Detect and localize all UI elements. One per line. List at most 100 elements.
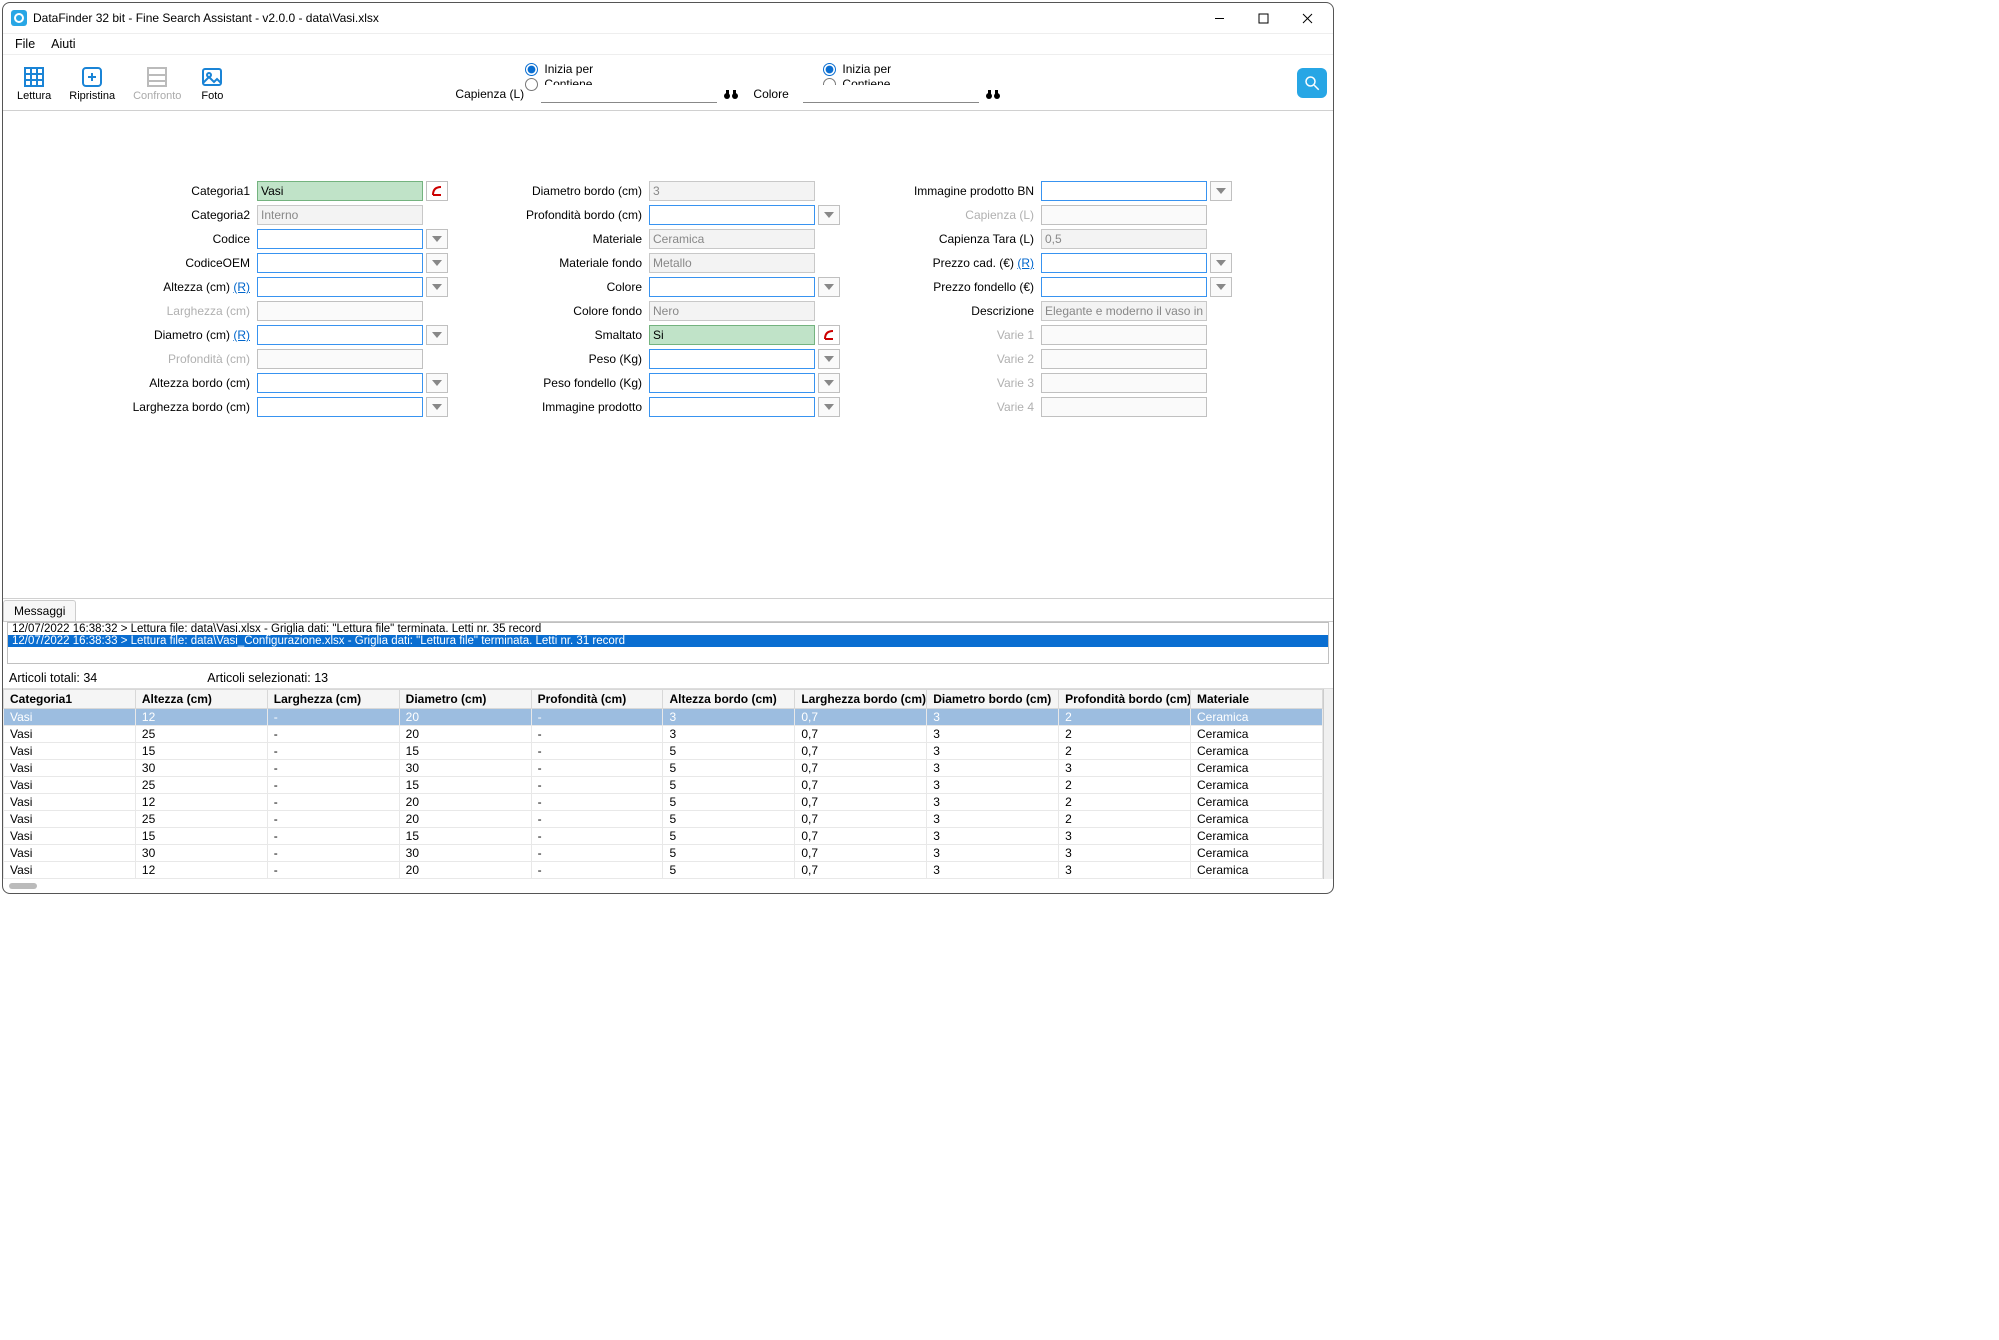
dropdown-button[interactable] — [1210, 181, 1232, 201]
dropdown-button[interactable] — [818, 277, 840, 297]
label-larghezzabordo: Larghezza bordo (cm) — [104, 400, 254, 414]
toolbar-photo[interactable]: Foto — [191, 62, 233, 104]
input-colore[interactable] — [649, 277, 815, 297]
column-header[interactable]: Categoria1 — [4, 690, 136, 709]
restore-icon — [79, 64, 105, 90]
range-link[interactable]: (R) — [1017, 256, 1034, 270]
input-altezza[interactable] — [257, 277, 423, 297]
message-line[interactable]: 12/07/2022 16:38:32 > Lettura file: data… — [8, 623, 1328, 635]
input-codiceoem[interactable] — [257, 253, 423, 273]
range-link[interactable]: (R) — [233, 280, 250, 294]
input-materialefondo — [649, 253, 815, 273]
dropdown-button[interactable] — [1210, 253, 1232, 273]
horizontal-scrollbar[interactable] — [3, 879, 1333, 893]
messages-box[interactable]: 12/07/2022 16:38:32 > Lettura file: data… — [7, 622, 1329, 664]
input-prezzofond[interactable] — [1041, 277, 1207, 297]
table-cell: 3 — [927, 794, 1059, 811]
binoculars-icon[interactable] — [985, 86, 1001, 102]
column-header[interactable]: Profondità bordo (cm) — [1059, 690, 1191, 709]
input-categoria1[interactable] — [257, 181, 423, 201]
table-row[interactable]: Vasi25-15-50,732Ceramica — [4, 777, 1323, 794]
dropdown-button[interactable] — [426, 277, 448, 297]
radio-cap-startswith[interactable]: Inizia per — [525, 62, 739, 76]
close-button[interactable] — [1285, 4, 1329, 32]
input-profbordo[interactable] — [649, 205, 815, 225]
table-row[interactable]: Vasi15-15-50,733Ceramica — [4, 828, 1323, 845]
input-imgprod[interactable] — [649, 397, 815, 417]
dropdown-button[interactable] — [818, 205, 840, 225]
table-row[interactable]: Vasi15-15-50,732Ceramica — [4, 743, 1323, 760]
table-row[interactable]: Vasi30-30-50,733Ceramica — [4, 845, 1323, 862]
table-row[interactable]: Vasi12-20-30,732Ceramica — [4, 709, 1323, 726]
binoculars-icon[interactable] — [723, 86, 739, 102]
dropdown-button[interactable] — [426, 373, 448, 393]
table-row[interactable]: Vasi12-20-50,733Ceramica — [4, 862, 1323, 879]
table-cell: 25 — [135, 811, 267, 828]
window-title: DataFinder 32 bit - Fine Search Assistan… — [33, 11, 379, 25]
minimize-button[interactable] — [1197, 4, 1241, 32]
dropdown-button[interactable] — [818, 373, 840, 393]
clear-button[interactable] — [818, 325, 840, 345]
dropdown-button[interactable] — [426, 397, 448, 417]
app-icon — [11, 10, 27, 26]
column-header[interactable]: Altezza (cm) — [135, 690, 267, 709]
toolbar-read-label: Lettura — [17, 90, 51, 102]
dropdown-button[interactable] — [818, 349, 840, 369]
tab-messages[interactable]: Messaggi — [3, 600, 76, 621]
label-peso: Peso (Kg) — [496, 352, 646, 366]
input-larghezzabordo[interactable] — [257, 397, 423, 417]
search-cap-input[interactable] — [541, 85, 717, 103]
radio-col-startswith[interactable]: Inizia per — [823, 62, 1001, 76]
message-line[interactable]: 12/07/2022 16:38:33 > Lettura file: data… — [8, 635, 1328, 647]
table-row[interactable]: Vasi25-20-50,732Ceramica — [4, 811, 1323, 828]
menu-help[interactable]: Aiuti — [43, 35, 83, 53]
input-altezzabordo[interactable] — [257, 373, 423, 393]
table-row[interactable]: Vasi30-30-50,733Ceramica — [4, 760, 1323, 777]
input-imgbn[interactable] — [1041, 181, 1207, 201]
clear-button[interactable] — [426, 181, 448, 201]
table-cell: - — [531, 845, 663, 862]
toolbar-restore-label: Ripristina — [69, 90, 115, 102]
table-cell: 5 — [663, 845, 795, 862]
dropdown-button[interactable] — [818, 397, 840, 417]
table-cell: 5 — [663, 811, 795, 828]
column-header[interactable]: Larghezza (cm) — [267, 690, 399, 709]
data-grid[interactable]: Categoria1Altezza (cm)Larghezza (cm)Diam… — [3, 689, 1323, 879]
input-prezzocad[interactable] — [1041, 253, 1207, 273]
label-altezza: Altezza (cm) (R) — [104, 280, 254, 294]
column-header[interactable]: Altezza bordo (cm) — [663, 690, 795, 709]
table-cell: Vasi — [4, 794, 136, 811]
input-var2 — [1041, 349, 1207, 369]
range-link[interactable]: (R) — [233, 328, 250, 342]
input-diametro[interactable] — [257, 325, 423, 345]
column-header[interactable]: Profondità (cm) — [531, 690, 663, 709]
toolbar-restore[interactable]: Ripristina — [61, 62, 123, 104]
table-cell: - — [531, 777, 663, 794]
label-categoria1: Categoria1 — [104, 184, 254, 198]
table-cell: 3 — [927, 709, 1059, 726]
maximize-button[interactable] — [1241, 4, 1285, 32]
column-header[interactable]: Materiale — [1191, 690, 1323, 709]
dropdown-button[interactable] — [426, 229, 448, 249]
label-var2: Varie 2 — [888, 352, 1038, 366]
table-row[interactable]: Vasi12-20-50,732Ceramica — [4, 794, 1323, 811]
input-peso[interactable] — [649, 349, 815, 369]
vertical-scrollbar[interactable] — [1323, 689, 1333, 879]
table-row[interactable]: Vasi25-20-30,732Ceramica — [4, 726, 1323, 743]
dropdown-button[interactable] — [426, 325, 448, 345]
dropdown-button[interactable] — [1210, 277, 1232, 297]
input-smaltato[interactable] — [649, 325, 815, 345]
input-codice[interactable] — [257, 229, 423, 249]
table-cell: 3 — [927, 828, 1059, 845]
search-col-input[interactable] — [803, 85, 979, 103]
toolbar-read[interactable]: Lettura — [9, 62, 59, 104]
column-header[interactable]: Larghezza bordo (cm) — [795, 690, 927, 709]
dropdown-button[interactable] — [426, 253, 448, 273]
table-cell: Ceramica — [1191, 794, 1323, 811]
column-header[interactable]: Diametro bordo (cm) — [927, 690, 1059, 709]
label-codiceoem: CodiceOEM — [104, 256, 254, 270]
input-pesofond[interactable] — [649, 373, 815, 393]
menu-file[interactable]: File — [7, 35, 43, 53]
app-logo — [1297, 68, 1327, 98]
column-header[interactable]: Diametro (cm) — [399, 690, 531, 709]
